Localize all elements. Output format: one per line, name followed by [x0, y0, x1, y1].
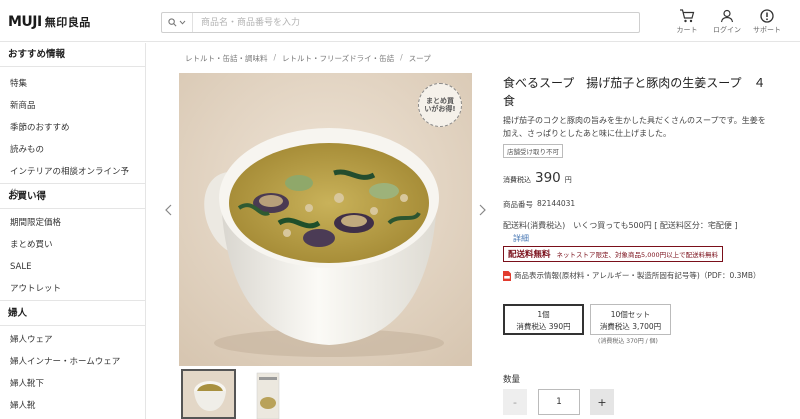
logo-brand: MUJI — [8, 14, 42, 30]
sidebar-item-reading[interactable]: 読みもの — [0, 139, 145, 161]
chevron-left-icon — [165, 204, 172, 216]
bulk-buy-stamp-text: まとめ買いがお得! — [424, 97, 456, 113]
breadcrumb-item[interactable]: レトルト・缶詰・調味料 — [185, 53, 268, 64]
cart-button[interactable]: カート — [667, 9, 707, 35]
product-main-image[interactable]: まとめ買いがお得! — [179, 73, 472, 366]
sidebar-nav: おすすめ情報 特集 新商品 季節のおすすめ 読みもの インテリアの相談オンライン… — [0, 43, 146, 419]
chevron-down-icon — [179, 20, 186, 25]
carousel-next-button[interactable] — [479, 204, 486, 219]
login-icon — [720, 9, 734, 23]
breadcrumb-item[interactable]: スープ — [409, 53, 431, 64]
cart-label: カート — [676, 26, 698, 34]
login-button[interactable]: ログイン — [707, 9, 747, 35]
quantity-increase-button[interactable]: + — [590, 389, 614, 415]
product-code-value: 82144031 — [537, 199, 576, 208]
search-bar — [161, 12, 640, 33]
pdf-icon — [503, 270, 511, 281]
sidebar-item-interior-consult[interactable]: インテリアの相談オンライン予約 — [0, 161, 145, 199]
support-button[interactable]: サポート — [747, 9, 787, 35]
free-shipping-note: ネットストア限定、対象商品5,000円以上で配送料無料 — [556, 251, 719, 259]
free-shipping-label: 配送料無料 — [508, 250, 551, 260]
cart-icon — [680, 9, 695, 23]
free-shipping-banner: 配送料無料 ネットストア限定、対象商品5,000円以上で配送料無料 — [503, 246, 724, 262]
thumbnail-soup-icon — [183, 371, 234, 417]
sidebar-item-seasonal[interactable]: 季節のおすすめ — [0, 117, 145, 139]
sidebar-section-women: 婦人 — [0, 302, 145, 326]
shipping-text: 配送料(消費税込) いくつ買っても500円 [ 配送料区分：宅配便 ] — [503, 221, 738, 230]
quantity-input[interactable] — [538, 389, 580, 415]
sidebar-item-feature[interactable]: 特集 — [0, 73, 145, 95]
thumbnail-image[interactable] — [240, 369, 295, 419]
shipping-details-link[interactable]: 詳細 — [503, 234, 529, 243]
option-set-price: 消費税込 3,700円 — [599, 322, 662, 331]
search-scope-dropdown[interactable] — [162, 13, 193, 32]
login-label: ログイン — [713, 26, 741, 34]
shipping-info: 配送料(消費税込) いくつ買っても500円 [ 配送料区分：宅配便 ] 詳細 — [503, 219, 768, 245]
sidebar-section-deals: お買い得 — [0, 185, 145, 209]
support-icon — [760, 9, 774, 23]
site-header: MUJI 無印良品 カート ログイン サポート — [0, 0, 800, 42]
search-icon — [168, 18, 177, 27]
carousel-prev-button[interactable] — [165, 204, 172, 219]
sidebar-item-bulk-buy[interactable]: まとめ買い — [0, 234, 145, 256]
product-info-pdf-link[interactable]: 商品表示情報(原材料・アレルギー・製造所固有記号等)（PDF：0.3MB） — [503, 270, 761, 281]
logo-jp: 無印良品 — [44, 16, 91, 29]
sidebar-item-women-socks[interactable]: 婦人靴下 — [0, 373, 145, 395]
product-title: 食べるスープ 揚げ茄子と豚肉の生姜スープ ４食 — [503, 76, 766, 108]
product-description: 揚げ茄子のコクと豚肉の旨みを生かした具だくさんのスープです。生姜を加え、さっぱり… — [503, 116, 766, 138]
option-single[interactable]: 1個 消費税込 390円 — [503, 304, 584, 335]
chevron-right-icon — [479, 204, 486, 216]
store-pickup-badge: 店舗受け取り不可 — [503, 144, 563, 158]
product-code-label: 商品番号 — [503, 200, 533, 209]
option-single-name: 1個 — [537, 310, 550, 319]
sidebar-item-women-inner[interactable]: 婦人インナー・ホームウェア — [0, 351, 145, 373]
sidebar-item-limited-price[interactable]: 期間限定価格 — [0, 212, 145, 234]
sidebar-item-sale[interactable]: SALE — [0, 256, 145, 278]
sidebar-item-outlet[interactable]: アウトレット — [0, 278, 145, 300]
pdf-link-text: 商品表示情報(原材料・アレルギー・製造所固有記号等)（PDF：0.3MB） — [514, 271, 761, 280]
option-10-set[interactable]: 10個セット 消費税込 3,700円 — [590, 304, 671, 335]
price-value: 390 — [535, 170, 561, 186]
sidebar-item-new[interactable]: 新商品 — [0, 95, 145, 117]
search-input[interactable] — [193, 13, 639, 32]
product-price: 消費税込 390 円 — [503, 170, 572, 186]
sidebar-item-women-wear[interactable]: 婦人ウェア — [0, 329, 145, 351]
breadcrumb-separator: / — [273, 53, 277, 62]
sidebar-item-women-shoes[interactable]: 婦人靴 — [0, 395, 145, 417]
bulk-buy-stamp: まとめ買いがお得! — [418, 83, 462, 127]
thumbnail-package-icon — [240, 369, 295, 419]
price-unit: 円 — [564, 176, 572, 184]
thumbnail-image[interactable] — [181, 369, 236, 419]
price-tax-label: 消費税込 — [503, 176, 531, 184]
option-single-price: 消費税込 390円 — [516, 322, 571, 331]
support-label: サポート — [753, 26, 781, 34]
quantity-decrease-button[interactable]: - — [503, 389, 527, 415]
muji-logo[interactable]: MUJI 無印良品 — [8, 13, 91, 31]
option-set-name: 10個セット — [610, 310, 651, 319]
quantity-label: 数量 — [503, 375, 521, 385]
breadcrumb-separator: / — [400, 53, 403, 62]
breadcrumb-item[interactable]: レトルト・フリーズドライ・缶詰 — [282, 53, 394, 64]
option-unit-price-note: (消費税込 370円 / 個) — [598, 338, 658, 345]
sidebar-section-recommended: おすすめ情報 — [0, 43, 145, 67]
product-code: 商品番号 82144031 — [503, 199, 575, 210]
breadcrumb: レトルト・缶詰・調味料 / レトルト・フリーズドライ・缶詰 / スープ — [185, 53, 431, 64]
